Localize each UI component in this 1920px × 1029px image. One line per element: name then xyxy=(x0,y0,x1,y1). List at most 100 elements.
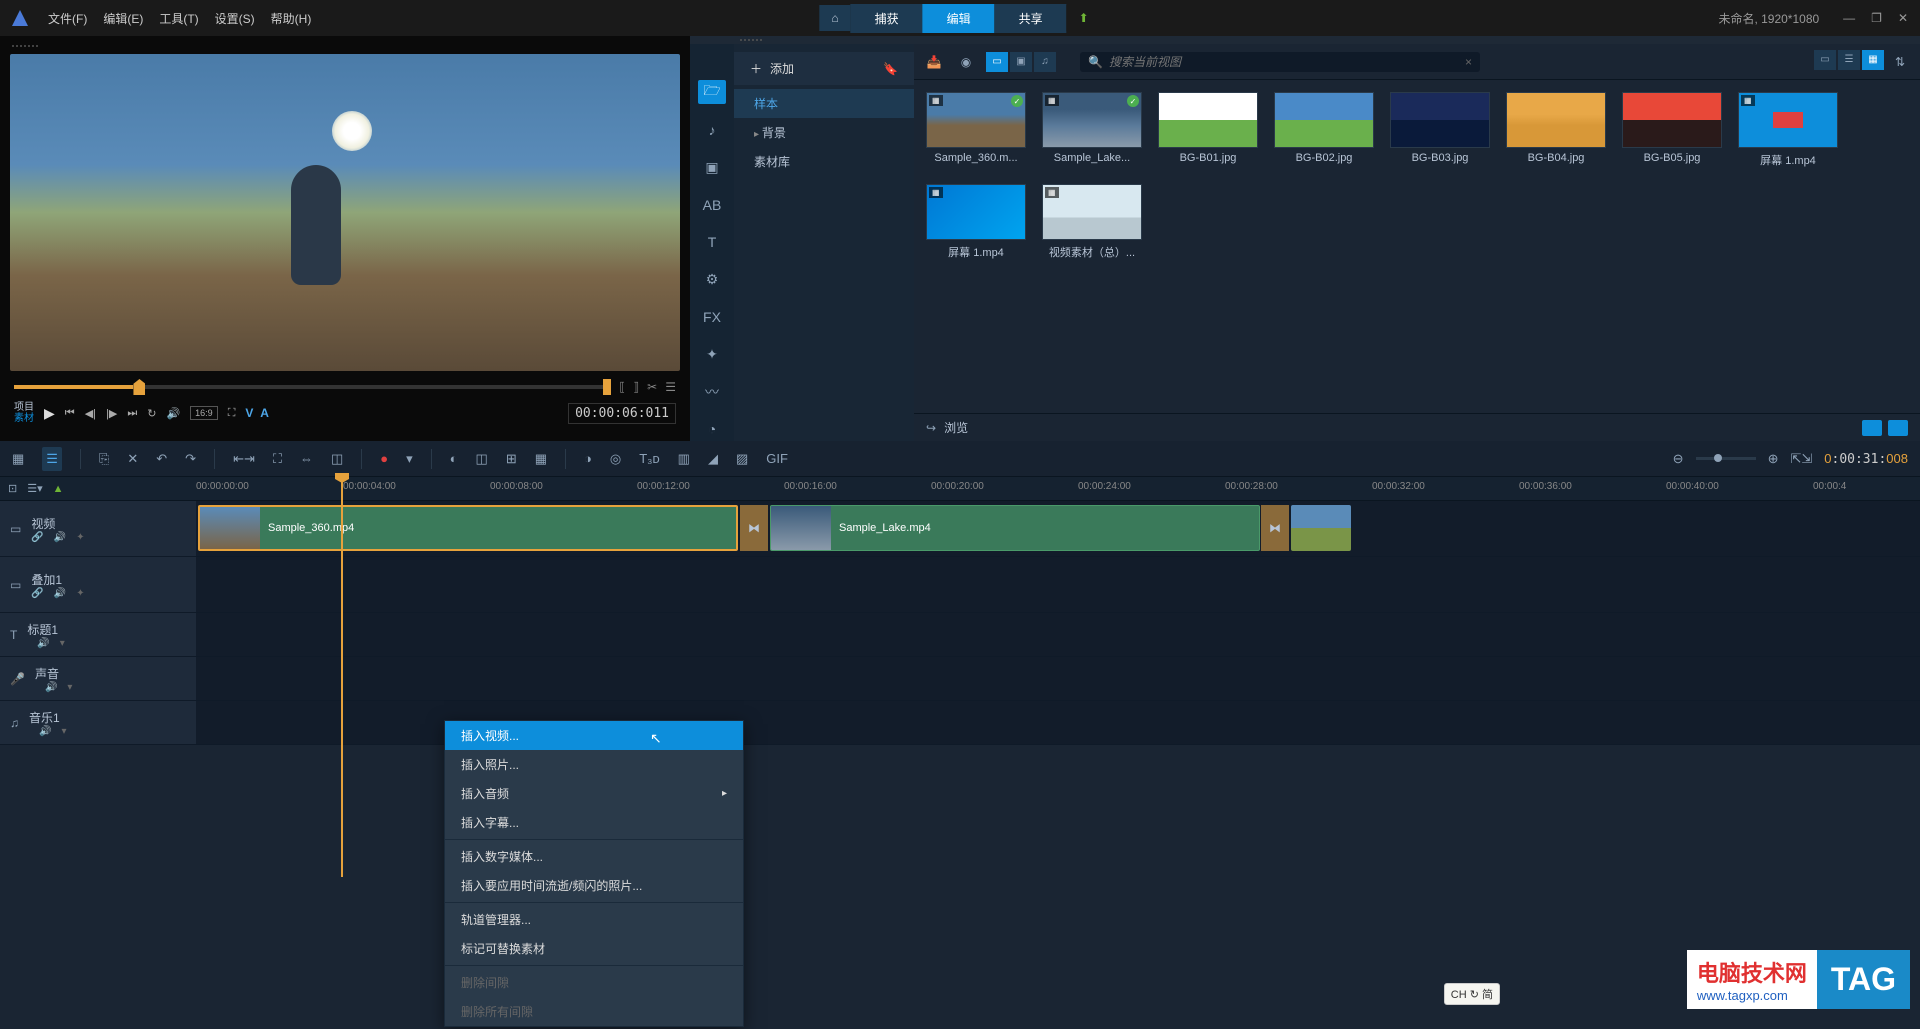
3d-title-icon[interactable]: T₃ᴅ xyxy=(639,451,659,466)
media-category-icon[interactable]: 🗁 xyxy=(698,80,726,104)
fx-category-icon[interactable]: FX xyxy=(698,305,726,328)
playhead[interactable] xyxy=(341,477,343,877)
marker-icon[interactable]: ▾ xyxy=(406,451,413,467)
ctx-track-manager[interactable]: 轨道管理器... xyxy=(445,905,743,934)
expand-icon[interactable]: ⛶ xyxy=(228,407,236,420)
settings-category-icon[interactable]: ⚙ xyxy=(698,268,726,291)
zoom-out-icon[interactable]: ⊖ xyxy=(1673,451,1684,467)
go-end-icon[interactable]: ⏭ xyxy=(127,407,137,420)
ctx-mark-replaceable[interactable]: 标记可替换素材 xyxy=(445,934,743,963)
effects-category-icon[interactable]: ✦ xyxy=(698,343,726,366)
library-thumb[interactable]: BG-B05.jpg xyxy=(1622,92,1722,168)
library-thumb[interactable]: ▦✓Sample_Lake... xyxy=(1042,92,1142,168)
library-thumb[interactable]: BG-B03.jpg xyxy=(1390,92,1490,168)
ime-indicator[interactable]: CH ↻ 简 xyxy=(1444,983,1500,1005)
link-icon[interactable]: 🔗 xyxy=(31,532,43,543)
search-input[interactable] xyxy=(1109,55,1465,69)
chroma-icon[interactable]: ◢ xyxy=(708,451,718,467)
fx-icon[interactable]: ✦ xyxy=(76,532,84,543)
ctx-insert-video[interactable]: 插入视频... xyxy=(445,721,743,750)
ctx-insert-digital[interactable]: 插入数字媒体... xyxy=(445,842,743,871)
view-list-icon[interactable]: ▭ xyxy=(1814,50,1836,70)
timecode-display[interactable]: 00:00:06:011 xyxy=(568,403,676,424)
view-details-icon[interactable]: ☰ xyxy=(1838,50,1860,70)
prev-frame-icon[interactable]: ◀| xyxy=(85,407,96,420)
clip-mode-label[interactable]: 素材 xyxy=(14,413,34,424)
va-toggle[interactable]: V A xyxy=(245,406,271,420)
ripple-icon[interactable]: ⇤⇥ xyxy=(233,451,255,467)
speed-category-icon[interactable]: ◔ xyxy=(698,418,726,441)
sort-icon[interactable]: ⇅ xyxy=(1888,50,1912,74)
transition-category-icon[interactable]: ▣ xyxy=(698,155,726,178)
go-start-icon[interactable]: ⏮ xyxy=(65,407,75,420)
track-content[interactable] xyxy=(196,557,1920,612)
preview-viewport[interactable] xyxy=(10,54,680,371)
tab-share[interactable]: 共享 xyxy=(995,4,1067,33)
menu-file[interactable]: 文件(F) xyxy=(48,10,87,27)
zoom-in-icon[interactable]: ⊕ xyxy=(1768,451,1779,467)
copy-icon[interactable]: ⎘ xyxy=(99,451,109,467)
timeline-timecode[interactable]: 0:0:00:31:00800:31:008 xyxy=(1824,451,1908,467)
gif-icon[interactable]: GIF xyxy=(766,451,788,466)
nav-item-samples[interactable]: 样本 xyxy=(734,89,914,118)
next-frame-icon[interactable]: |▶ xyxy=(106,407,117,420)
library-thumb[interactable]: ▦屏幕 1.mp4 xyxy=(1738,92,1838,168)
mark-in-icon[interactable]: ⟦ xyxy=(619,380,625,394)
expand-icon[interactable]: ▾ xyxy=(61,726,66,737)
clear-search-icon[interactable]: × xyxy=(1465,55,1472,69)
options-icon[interactable]: ☰ xyxy=(665,380,676,394)
tab-edit[interactable]: 编辑 xyxy=(923,4,995,33)
chapter-icon[interactable]: ◐ xyxy=(450,451,458,466)
multicam-icon[interactable]: ▦ xyxy=(535,451,547,467)
browse-icon[interactable]: ↪ xyxy=(926,421,936,435)
expand-icon[interactable]: ▾ xyxy=(67,682,72,693)
mute-icon[interactable]: 🔊 xyxy=(54,588,66,599)
add-folder-button[interactable]: ＋ 添加 🔖 xyxy=(734,52,914,85)
panel-layout-2-icon[interactable] xyxy=(1888,420,1908,436)
track-motion-icon[interactable]: ◎ xyxy=(610,451,621,467)
project-mode-label[interactable]: 项目 xyxy=(14,402,34,413)
library-thumb[interactable]: ▦✓Sample_360.m... xyxy=(926,92,1026,168)
title-category-icon[interactable]: AB xyxy=(698,193,726,216)
nav-item-backgrounds[interactable]: 背景 xyxy=(734,118,914,147)
link-icon[interactable]: 🔗 xyxy=(31,588,43,599)
panel-drag-handle[interactable] xyxy=(690,36,1920,44)
undo-icon[interactable]: ↶ xyxy=(156,451,167,467)
home-icon[interactable]: ⌂ xyxy=(819,5,850,31)
time-ruler[interactable]: 00:00:00:0000:00:04:0000:00:08:0000:00:1… xyxy=(196,477,1920,500)
volume-icon[interactable]: 🔊 xyxy=(166,407,180,420)
mute-icon[interactable]: 🔊 xyxy=(45,682,57,693)
panel-layout-1-icon[interactable] xyxy=(1862,420,1882,436)
grid-icon[interactable]: ⊞ xyxy=(506,451,517,467)
clip-sample-360[interactable]: Sample_360.mp4 xyxy=(198,505,738,551)
import-icon[interactable]: 📥 xyxy=(922,50,946,74)
clip-sample-lake[interactable]: Sample_Lake.mp4 xyxy=(770,505,1260,551)
track-content[interactable]: Sample_360.mp4 ⧓ Sample_Lake.mp4 ⧓ xyxy=(196,501,1920,556)
ctx-insert-audio[interactable]: 插入音频▸ xyxy=(445,779,743,808)
browse-label[interactable]: 浏览 xyxy=(944,419,968,436)
view-grid-icon[interactable]: ▦ xyxy=(1862,50,1884,70)
library-thumb[interactable]: BG-B01.jpg xyxy=(1158,92,1258,168)
record-vo-icon[interactable]: ● xyxy=(380,451,388,466)
ctx-insert-subtitle[interactable]: 插入字幕... xyxy=(445,808,743,837)
menu-edit[interactable]: 编辑(E) xyxy=(103,10,143,27)
track-content[interactable] xyxy=(196,613,1920,656)
expand-icon[interactable]: ▾ xyxy=(60,638,65,649)
mute-icon[interactable]: 🔊 xyxy=(54,532,66,543)
pan-zoom-icon[interactable]: ▨ xyxy=(736,451,748,467)
zoom-slider[interactable] xyxy=(1696,457,1756,460)
menu-tools[interactable]: 工具(T) xyxy=(159,10,198,27)
aspect-ratio-button[interactable]: 16:9 xyxy=(190,406,218,420)
redo-icon[interactable]: ↷ xyxy=(185,451,196,467)
bookmark-icon[interactable]: 🔖 xyxy=(883,62,898,76)
mute-icon[interactable]: 🔊 xyxy=(39,726,51,737)
ctx-insert-timelapse[interactable]: 插入要应用时间流逝/频闪的照片... xyxy=(445,871,743,900)
text-category-icon[interactable]: T xyxy=(698,230,726,253)
fit-icon[interactable]: ⛶ xyxy=(273,451,282,467)
close-icon[interactable]: ✕ xyxy=(1894,11,1912,25)
upload-icon[interactable]: ⬆ xyxy=(1067,5,1101,31)
preview-scrubber[interactable]: ⟦ ⟧ ✂ ☰ xyxy=(14,375,676,399)
split-screen-icon[interactable]: ▥ xyxy=(678,451,690,467)
storyboard-view-icon[interactable]: ▦ xyxy=(12,451,24,467)
menu-help[interactable]: 帮助(H) xyxy=(271,10,312,27)
